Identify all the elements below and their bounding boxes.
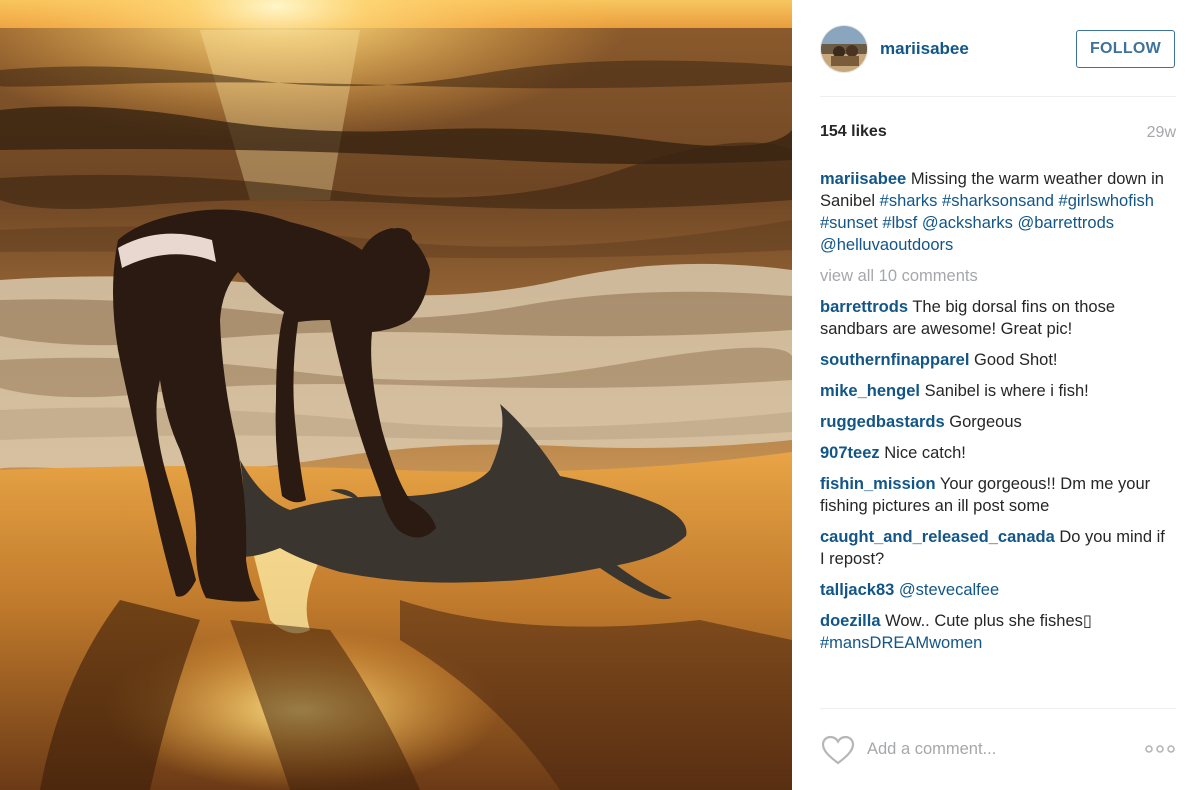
comment-username[interactable]: 907teez bbox=[820, 444, 880, 462]
likes-row: 154 likes 29w bbox=[820, 123, 1176, 143]
comment-footer bbox=[820, 730, 1176, 770]
avatar[interactable] bbox=[820, 25, 868, 73]
post-details-panel: mariisabee FOLLOW 154 likes 29w mariisab… bbox=[792, 0, 1200, 790]
comment: ruggedbastards Gorgeous bbox=[820, 411, 1170, 433]
ellipsis-icon[interactable] bbox=[1144, 741, 1176, 757]
mention[interactable]: @helluvaoutdoors bbox=[820, 236, 953, 254]
comment-text: Nice catch! bbox=[884, 444, 966, 462]
comment-text: Sanibel is where i fish! bbox=[924, 382, 1089, 400]
post-username[interactable]: mariisabee bbox=[880, 39, 969, 59]
mention[interactable]: @stevecalfee bbox=[899, 581, 999, 599]
comment-username[interactable]: fishin_mission bbox=[820, 475, 936, 493]
hashtag[interactable]: #girlswhofish bbox=[1059, 192, 1154, 210]
post-header: mariisabee FOLLOW bbox=[820, 24, 1176, 74]
add-comment-input[interactable] bbox=[867, 740, 1097, 759]
caption-username[interactable]: mariisabee bbox=[820, 170, 906, 188]
comment: fishin_mission Your gorgeous!! Dm me you… bbox=[820, 473, 1170, 517]
comment-username[interactable]: ruggedbastards bbox=[820, 413, 945, 431]
comment: doezilla Wow.. Cute plus she fishes▯ #ma… bbox=[820, 610, 1170, 654]
comment-username[interactable]: talljack83 bbox=[820, 581, 894, 599]
comment: caught_and_released_canada Do you mind i… bbox=[820, 526, 1170, 570]
comment: barrettrods The big dorsal fins on those… bbox=[820, 296, 1170, 340]
post-photo[interactable] bbox=[0, 0, 792, 790]
comment-username[interactable]: barrettrods bbox=[820, 298, 908, 316]
mention[interactable]: @barrettrods bbox=[1017, 214, 1114, 232]
comment: talljack83 @stevecalfee bbox=[820, 579, 1170, 601]
comment: mike_hengel Sanibel is where i fish! bbox=[820, 380, 1170, 402]
caption: mariisabee Missing the warm weather down… bbox=[820, 168, 1170, 256]
hashtag[interactable]: #sharksonsand bbox=[942, 192, 1054, 210]
comments-list: mariisabee Missing the warm weather down… bbox=[820, 168, 1170, 663]
mention[interactable]: @acksharks bbox=[922, 214, 1013, 232]
heart-outline-icon[interactable] bbox=[820, 734, 856, 766]
footer-divider bbox=[820, 708, 1176, 709]
follow-button[interactable]: FOLLOW bbox=[1076, 30, 1175, 68]
hashtag[interactable]: #mansDREAMwomen bbox=[820, 634, 982, 652]
view-all-comments-link[interactable]: view all 10 comments bbox=[820, 265, 1170, 287]
comment: 907teez Nice catch! bbox=[820, 442, 1170, 464]
likes-count[interactable]: 154 likes bbox=[820, 123, 887, 141]
comment-username[interactable]: mike_hengel bbox=[820, 382, 920, 400]
comment-text: Wow.. Cute plus she fishes▯ bbox=[885, 612, 1092, 630]
comment-text: Gorgeous bbox=[949, 413, 1022, 431]
avatar-image bbox=[821, 26, 867, 72]
comment-username[interactable]: doezilla bbox=[820, 612, 881, 630]
post-age[interactable]: 29w bbox=[1147, 124, 1176, 142]
hashtag[interactable]: #sunset bbox=[820, 214, 878, 232]
header-divider bbox=[820, 96, 1176, 97]
beach-shark-sunset-image bbox=[0, 0, 792, 790]
comment: southernfinapparel Good Shot! bbox=[820, 349, 1170, 371]
comment-username[interactable]: caught_and_released_canada bbox=[820, 528, 1055, 546]
comment-username[interactable]: southernfinapparel bbox=[820, 351, 969, 369]
comment-text: Good Shot! bbox=[974, 351, 1058, 369]
hashtag[interactable]: #sharks bbox=[880, 192, 938, 210]
hashtag[interactable]: #lbsf bbox=[882, 214, 917, 232]
